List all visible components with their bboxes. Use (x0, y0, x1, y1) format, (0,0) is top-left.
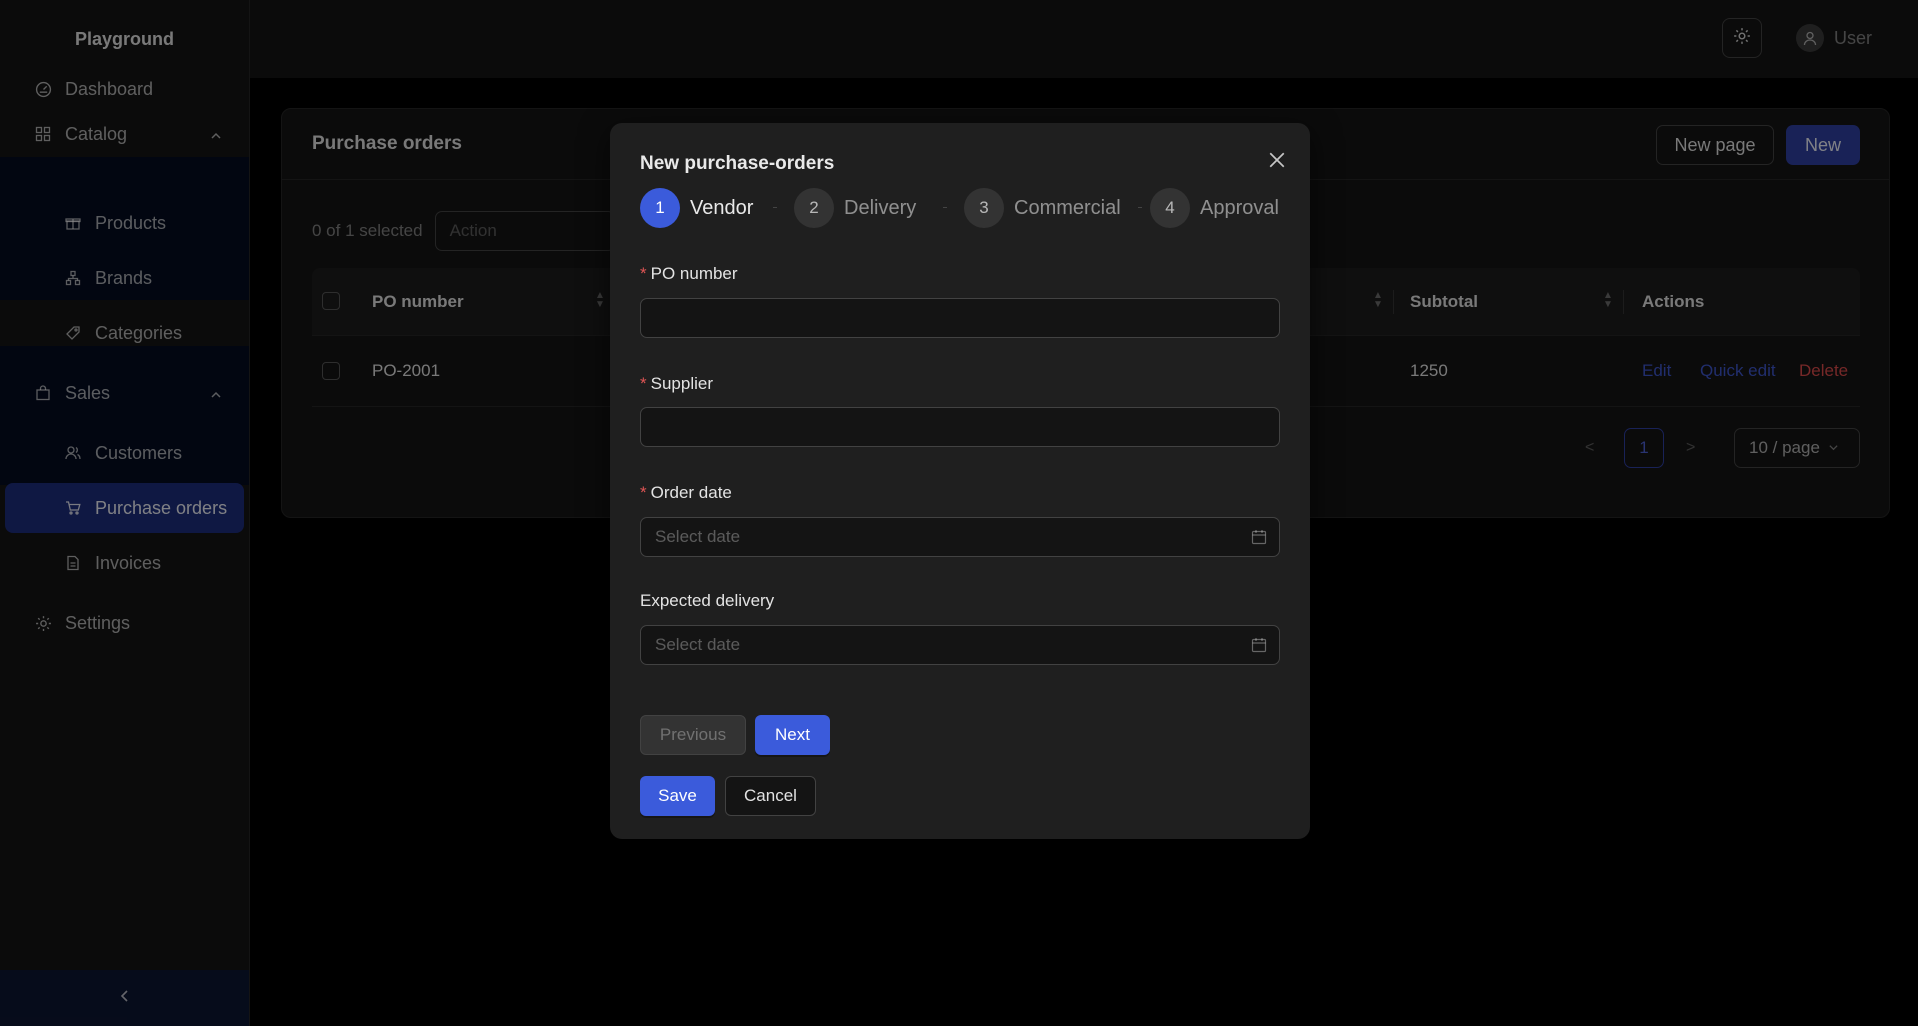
steps: 1 Vendor 2 Delivery 3 Commercial 4 Appro… (640, 188, 1282, 228)
new-purchase-order-modal: New purchase-orders 1 Vendor 2 Delivery … (610, 123, 1310, 839)
step-label: Commercial (1014, 196, 1121, 219)
label-text: PO number (650, 264, 738, 283)
step-number: 1 (640, 188, 680, 228)
step-label: Approval (1200, 196, 1279, 219)
calendar-icon (1251, 529, 1267, 550)
expected-delivery-picker[interactable]: Select date (640, 625, 1280, 665)
calendar-icon (1251, 637, 1267, 658)
required-mark: * (640, 374, 647, 393)
step-label: Vendor (690, 196, 754, 219)
supplier-label: * Supplier (640, 374, 713, 394)
date-placeholder: Select date (655, 527, 741, 546)
label-text: Order date (650, 483, 732, 502)
label-text: Expected delivery (640, 591, 775, 610)
po-number-label: * PO number (640, 264, 738, 284)
step-connector (1138, 207, 1142, 208)
previous-button[interactable]: Previous (640, 715, 746, 755)
next-button[interactable]: Next (755, 715, 830, 755)
step-vendor[interactable]: 1 Vendor (640, 188, 753, 228)
po-number-input[interactable] (640, 298, 1280, 338)
order-date-picker[interactable]: Select date (640, 517, 1280, 557)
step-label: Delivery (844, 196, 917, 219)
save-button[interactable]: Save (640, 776, 715, 816)
label-text: Supplier (650, 374, 713, 393)
step-number: 4 (1150, 188, 1190, 228)
modal-title: New purchase-orders (640, 153, 835, 174)
supplier-input[interactable] (640, 407, 1280, 447)
cancel-button[interactable]: Cancel (725, 776, 816, 816)
step-number: 2 (794, 188, 834, 228)
step-delivery[interactable]: 2 Delivery (794, 188, 916, 228)
required-mark: * (640, 483, 647, 502)
step-approval[interactable]: 4 Approval (1150, 188, 1279, 228)
step-number: 3 (964, 188, 1004, 228)
order-date-label: * Order date (640, 483, 732, 503)
close-icon[interactable] (1264, 147, 1290, 173)
step-connector (773, 207, 777, 208)
step-connector (943, 207, 947, 208)
date-placeholder: Select date (655, 635, 741, 654)
expected-delivery-label: Expected delivery (640, 591, 774, 611)
required-mark: * (640, 264, 647, 283)
step-commercial[interactable]: 3 Commercial (964, 188, 1121, 228)
